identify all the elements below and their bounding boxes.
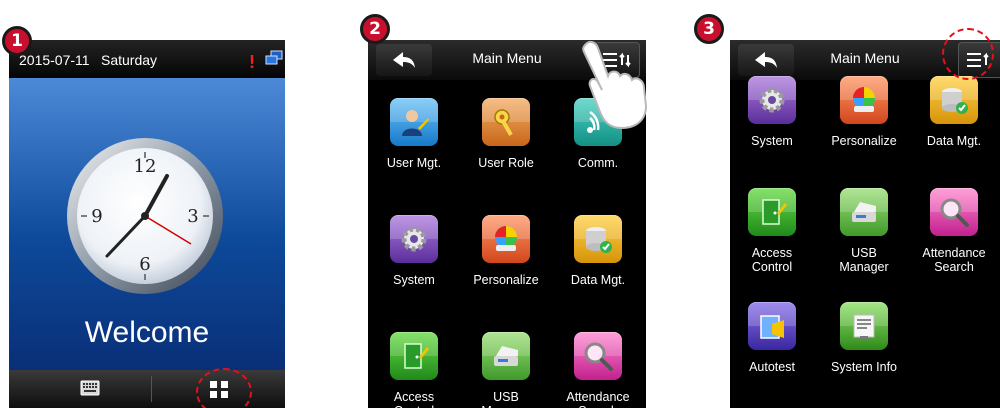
app-access-control[interactable]: Access Control	[730, 188, 818, 274]
app-label: Comm.	[577, 156, 619, 170]
keyboard-icon[interactable]	[73, 378, 107, 400]
clock-face: 12 3 6 9	[67, 138, 223, 294]
color-wheel-icon	[482, 215, 530, 263]
pointing-hand-icon	[582, 40, 648, 130]
welcome-area: 12 3 6 9 Welcome	[9, 78, 285, 370]
magnifier-icon	[930, 188, 978, 236]
door-icon	[390, 332, 438, 380]
app-system[interactable]: System	[730, 76, 818, 148]
door-icon	[748, 188, 796, 236]
status-bar: 2015-07-11 Saturday !	[9, 40, 285, 78]
device-screen-welcome: 2015-07-11 Saturday ! 12 3 6 9 Welcome	[9, 40, 285, 408]
app-label: System	[751, 134, 793, 148]
highlight-menu-button	[196, 368, 252, 408]
step-badge-1: 1	[2, 26, 32, 56]
app-attendance-search[interactable]: Attendance Search	[908, 188, 1000, 274]
network-icon	[265, 50, 283, 65]
app-label: User Mgt.	[386, 156, 442, 170]
magnifier-icon	[574, 332, 622, 380]
bottom-bar-divider	[151, 376, 152, 402]
app-label: Access Control	[751, 246, 793, 274]
status-date: 2015-07-11	[19, 52, 90, 68]
key-icon	[482, 98, 530, 146]
app-user-mgt[interactable]: User Mgt.	[368, 98, 460, 170]
app-label: Attendance Search	[922, 246, 986, 274]
app-attendance-search[interactable]: Attendance Search	[552, 332, 644, 408]
status-day: Saturday	[101, 52, 158, 68]
app-system-info[interactable]: System Info	[818, 302, 910, 374]
gear-icon	[390, 215, 438, 263]
svg-text:9: 9	[91, 206, 102, 227]
device-screen-main-menu-scrolled: Main Menu System Personalize Data Mgt. A…	[730, 40, 1000, 408]
svg-text:3: 3	[187, 206, 198, 227]
app-autotest[interactable]: Autotest	[730, 302, 818, 374]
welcome-text: Welcome	[84, 316, 210, 349]
step-badge-2: 2	[360, 14, 390, 44]
app-system[interactable]: System	[368, 215, 460, 287]
app-label: Data Mgt.	[570, 273, 626, 287]
app-label: Personalize	[473, 273, 539, 287]
app-data-mgt[interactable]: Data Mgt.	[552, 215, 644, 287]
svg-text:12: 12	[134, 156, 157, 177]
database-icon	[930, 76, 978, 124]
app-label: Data Mgt.	[926, 134, 982, 148]
app-data-mgt[interactable]: Data Mgt.	[908, 76, 1000, 148]
step-badge-3: 3	[694, 14, 724, 44]
app-label: User Role	[478, 156, 534, 170]
app-label: Autotest	[749, 360, 795, 374]
gear-icon	[748, 76, 796, 124]
app-access-control[interactable]: Access Control	[368, 332, 460, 408]
app-label: System Info	[831, 360, 897, 374]
highlight-options-button	[942, 28, 994, 80]
alert-icon: !	[249, 52, 255, 72]
system-info-icon	[840, 302, 888, 350]
app-label: Attendance Search	[566, 390, 630, 408]
autotest-icon	[748, 302, 796, 350]
app-label: Personalize	[831, 134, 897, 148]
usb-drive-icon	[482, 332, 530, 380]
color-wheel-icon	[840, 76, 888, 124]
app-usb-manager[interactable]: USB Manager	[818, 188, 910, 274]
app-usb-manager[interactable]: USB Manager	[460, 332, 552, 408]
app-label: USB Manager	[481, 390, 530, 408]
app-label: USB Manager	[839, 246, 889, 274]
app-user-role[interactable]: User Role	[460, 98, 552, 170]
app-label: Access Control	[393, 390, 435, 408]
svg-text:6: 6	[139, 254, 150, 275]
app-personalize[interactable]: Personalize	[460, 215, 552, 287]
usb-drive-icon	[840, 188, 888, 236]
user-mgt-icon	[390, 98, 438, 146]
app-label: System	[393, 273, 435, 287]
tutorial-stage: 1 2 3 2015-07-11 Saturday ! 12 3 6 9 Wel…	[0, 0, 1000, 408]
app-personalize[interactable]: Personalize	[818, 76, 910, 148]
database-icon	[574, 215, 622, 263]
